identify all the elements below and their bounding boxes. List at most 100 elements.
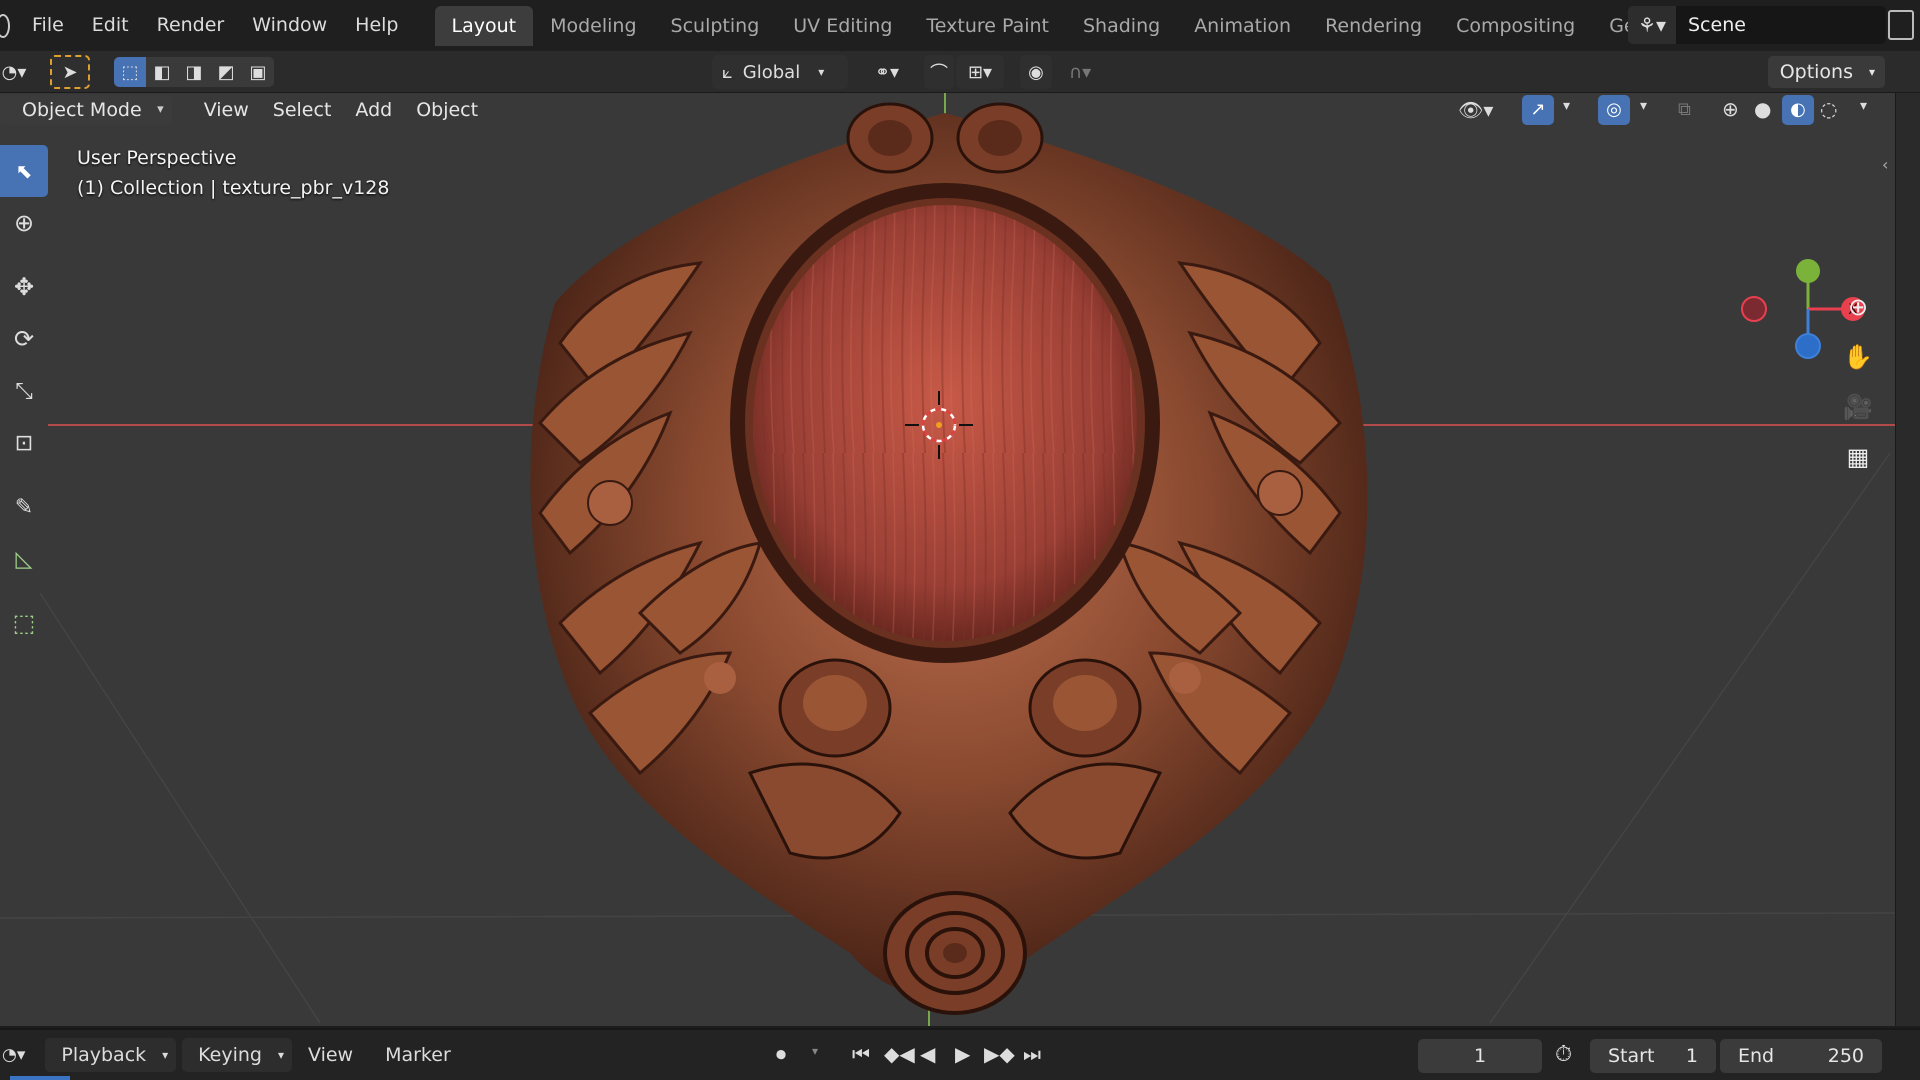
active-tool-icon[interactable]: ➤: [50, 55, 90, 89]
select-box-tool[interactable]: ⬉: [0, 145, 48, 197]
auto-keying-icon[interactable]: ⏺: [776, 1042, 786, 1066]
gizmo-toggle-icon[interactable]: ↗: [1522, 95, 1554, 125]
transform-tool[interactable]: ⊡: [0, 417, 48, 469]
solid-shading-icon[interactable]: ●: [1754, 97, 1771, 121]
tab-modeling[interactable]: Modeling: [533, 6, 653, 46]
blender-logo-icon[interactable]: [0, 13, 10, 38]
scale-tool[interactable]: ⤡: [0, 365, 48, 417]
material-preview-icon[interactable]: ◐: [1782, 95, 1814, 125]
start-label: Start: [1608, 1045, 1655, 1067]
timeline-menu-playback[interactable]: Playback ▾: [45, 1038, 177, 1072]
workspace-tabs: Layout Modeling Sculpting UV Editing Tex…: [434, 0, 1765, 51]
timeline-menu-keying[interactable]: Keying ▾: [182, 1038, 292, 1072]
timeline-menu-marker[interactable]: Marker: [369, 1029, 467, 1080]
play-reverse-icon[interactable]: ◀: [920, 1042, 935, 1066]
measure-tool[interactable]: ◺: [0, 533, 48, 585]
tab-texture-paint[interactable]: Texture Paint: [909, 6, 1066, 46]
wireframe-shading-icon[interactable]: ⊕: [1722, 97, 1739, 121]
move-tool[interactable]: ✥: [0, 261, 48, 313]
prev-keyframe-icon[interactable]: ◆◀: [884, 1042, 915, 1066]
ruler-icon: ◺: [15, 546, 33, 572]
menu-help[interactable]: Help: [341, 0, 412, 51]
sidebar-toggle-icon[interactable]: ‹: [1882, 155, 1888, 174]
y-axis-handle[interactable]: [1796, 259, 1820, 283]
properties-editor-edge[interactable]: [1895, 93, 1920, 1026]
tab-animation[interactable]: Animation: [1177, 6, 1308, 46]
carved-frame-model[interactable]: [530, 102, 1368, 1015]
object-mode-dropdown[interactable]: Object Mode ▾: [0, 95, 172, 125]
overlays-toggle-icon[interactable]: ◎: [1598, 95, 1630, 125]
ortho-toggle-button[interactable]: ▦: [1834, 433, 1882, 481]
menu-edit[interactable]: Edit: [78, 0, 143, 51]
viewport-menu-select[interactable]: Select: [261, 93, 344, 127]
falloff-icon[interactable]: ∩▾: [1056, 55, 1104, 89]
zoom-button[interactable]: ⊕: [1834, 283, 1882, 331]
jump-end-icon[interactable]: ⏭: [1023, 1042, 1041, 1066]
xray-toggle-icon[interactable]: ⧉: [1678, 99, 1691, 120]
chevron-down-icon[interactable]: ▾: [1860, 98, 1867, 114]
viewport-menu-view[interactable]: View: [192, 93, 261, 127]
annotate-tool[interactable]: ✎: [0, 481, 48, 533]
tab-layout[interactable]: Layout: [434, 5, 534, 46]
cursor-tool[interactable]: ⊕: [0, 197, 48, 249]
3d-viewport[interactable]: Object Mode ▾ View Select Add Object 👁▾ …: [0, 93, 1920, 1026]
chevron-down-icon[interactable]: ▾: [1563, 98, 1570, 114]
rotate-tool[interactable]: ⟳: [0, 313, 48, 365]
snap-target-dropdown[interactable]: ⊞▾: [956, 55, 1004, 89]
select-subtract-icon[interactable]: ◨: [178, 57, 210, 87]
jump-start-icon[interactable]: ⏮: [852, 1042, 870, 1066]
playback-label: Playback: [61, 1044, 147, 1066]
tab-sculpting[interactable]: Sculpting: [654, 6, 777, 46]
tab-shading[interactable]: Shading: [1066, 6, 1177, 46]
new-scene-icon[interactable]: [1888, 10, 1914, 40]
tab-rendering[interactable]: Rendering: [1308, 6, 1439, 46]
play-icon[interactable]: ▶: [955, 1042, 970, 1066]
next-keyframe-icon[interactable]: ▶◆: [984, 1042, 1015, 1066]
chevron-down-icon[interactable]: ▾: [1640, 98, 1647, 114]
menu-render[interactable]: Render: [143, 0, 239, 51]
select-invert-icon[interactable]: ◩: [210, 57, 242, 87]
editor-type-dropdown[interactable]: ◔▾: [0, 55, 28, 89]
viewport-menu-add[interactable]: Add: [343, 93, 404, 127]
pivot-point-dropdown[interactable]: ⚭▾: [862, 55, 912, 89]
editor-type-dropdown[interactable]: ◔▾: [2, 1045, 25, 1065]
snap-toggle-icon[interactable]: ⌒: [924, 55, 954, 89]
status-bar: [10, 1076, 70, 1080]
grid-line: [39, 592, 321, 1024]
move-icon: ✥: [13, 273, 35, 301]
viewport-menu-object[interactable]: Object: [404, 93, 490, 127]
end-frame-field[interactable]: End 250: [1720, 1039, 1882, 1073]
tab-compositing[interactable]: Compositing: [1439, 6, 1592, 46]
select-extend-icon[interactable]: ◧: [146, 57, 178, 87]
rendered-shading-icon[interactable]: ◌: [1820, 97, 1837, 121]
blender-window: File Edit Render Window Help Layout Mode…: [0, 0, 1920, 1080]
pan-button[interactable]: ✋: [1834, 333, 1882, 381]
timeline-menu-view[interactable]: View: [292, 1029, 369, 1080]
grid-icon: ▦: [1846, 443, 1870, 471]
chevron-down-icon: ▾: [818, 65, 825, 79]
select-intersect-icon[interactable]: ▣: [242, 57, 274, 87]
tab-uv-editing[interactable]: UV Editing: [776, 6, 909, 46]
transform-orientation-dropdown[interactable]: ⟀ Global ▾: [712, 55, 848, 89]
chevron-down-icon: ▾: [162, 1048, 169, 1062]
proportional-edit-icon[interactable]: ◉: [1020, 55, 1052, 89]
menu-file[interactable]: File: [18, 0, 78, 51]
scene-name-field[interactable]: Scene: [1676, 6, 1886, 44]
menu-window[interactable]: Window: [238, 0, 341, 51]
select-new-icon[interactable]: ⬚: [114, 57, 146, 87]
options-dropdown[interactable]: Options ▾: [1767, 56, 1885, 88]
stopwatch-icon[interactable]: ⏱: [1555, 1042, 1572, 1067]
current-frame-field[interactable]: 1: [1418, 1039, 1542, 1073]
chevron-down-icon[interactable]: ▾: [812, 1044, 818, 1058]
start-frame-field[interactable]: Start 1: [1590, 1039, 1716, 1073]
scene-selector[interactable]: ⚘▾ Scene: [1628, 6, 1886, 44]
neg-x-axis-handle[interactable]: [1741, 296, 1767, 322]
end-value: 250: [1827, 1045, 1864, 1067]
add-cube-tool[interactable]: ⬚: [0, 597, 48, 649]
chevron-down-icon: ▾: [277, 1048, 284, 1062]
scene-icon[interactable]: ⚘▾: [1628, 6, 1676, 44]
orientation-icon: ⟀: [722, 61, 733, 83]
visibility-dropdown-icon[interactable]: 👁▾: [1458, 98, 1493, 122]
z-axis-handle[interactable]: [1795, 333, 1821, 359]
camera-view-button[interactable]: 🎥: [1834, 383, 1882, 431]
